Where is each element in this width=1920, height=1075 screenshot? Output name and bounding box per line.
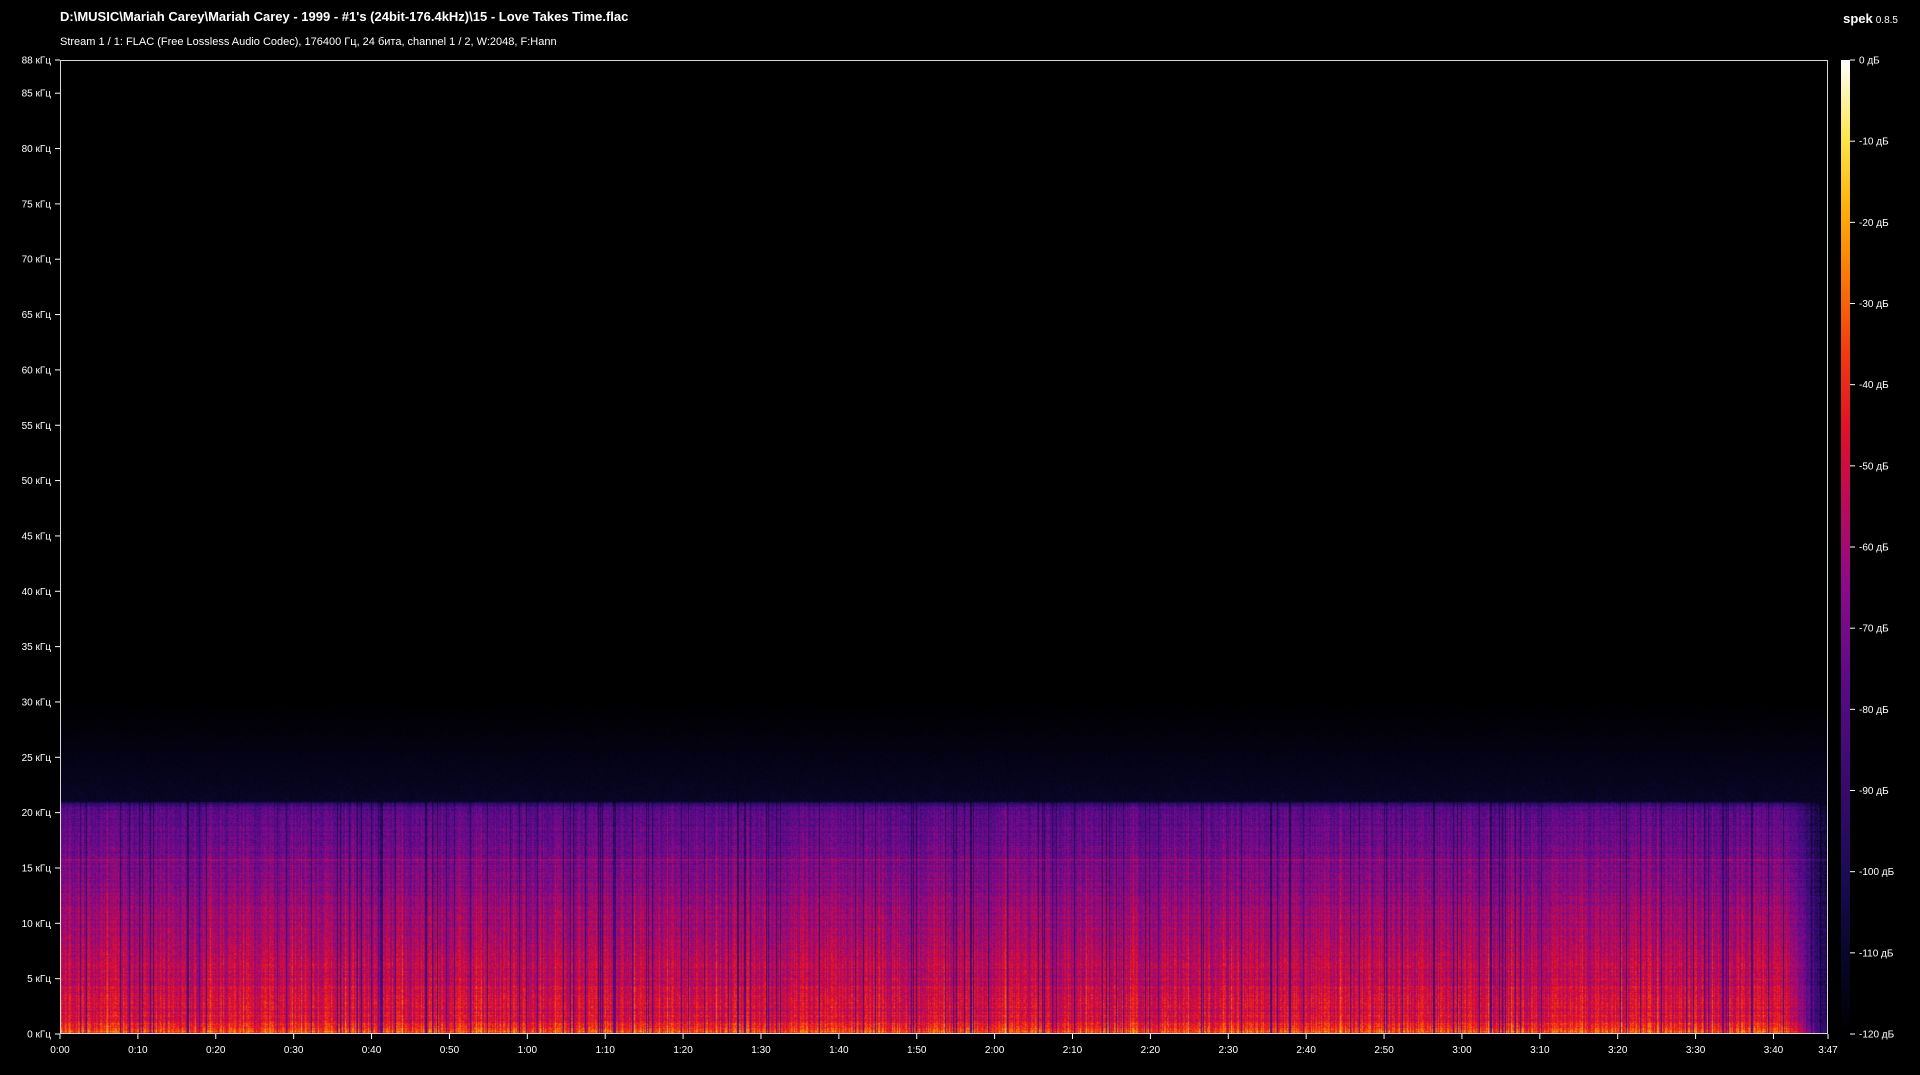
time-tick-label: 1:10 — [595, 1045, 615, 1056]
freq-tick-label: 45 кГц — [22, 531, 52, 542]
db-tick-label: -60 дБ — [1859, 543, 1889, 554]
time-tick-label: 2:30 — [1219, 1045, 1239, 1056]
time-tick-label: 3:10 — [1530, 1045, 1550, 1056]
spectrogram-image — [61, 61, 1827, 1033]
time-tick-label: 2:40 — [1296, 1045, 1316, 1056]
time-tick-label: 0:40 — [362, 1045, 382, 1056]
app-brand: spek 0.8.5 — [1843, 10, 1898, 28]
time-tick-label: 1:00 — [518, 1045, 538, 1056]
db-tick-label: -80 дБ — [1859, 705, 1889, 716]
freq-tick-label: 55 кГц — [22, 421, 52, 432]
db-tick-label: -70 дБ — [1859, 624, 1889, 635]
time-tick-label: 2:50 — [1374, 1045, 1394, 1056]
time-tick-label: 0:00 — [50, 1045, 70, 1056]
freq-tick-label: 75 кГц — [22, 199, 52, 210]
freq-tick-label: 85 кГц — [22, 89, 52, 100]
time-tick-label: 1:20 — [673, 1045, 693, 1056]
freq-tick-label: 20 кГц — [22, 808, 52, 819]
time-tick-label: 3:40 — [1764, 1045, 1784, 1056]
time-tick-label: 3:20 — [1608, 1045, 1628, 1056]
db-tick-label: -120 дБ — [1859, 1030, 1895, 1041]
db-tick-label: 0 дБ — [1859, 56, 1880, 67]
freq-tick-label: 0 кГц — [27, 1030, 51, 1041]
time-tick-label: 2:00 — [985, 1045, 1005, 1056]
freq-tick-label: 80 кГц — [22, 144, 52, 155]
db-tick-label: -50 дБ — [1859, 461, 1889, 472]
time-tick-label: 1:40 — [829, 1045, 849, 1056]
time-tick-label: 2:20 — [1141, 1045, 1161, 1056]
file-title: D:\MUSIC\Mariah Carey\Mariah Carey - 199… — [60, 9, 629, 24]
freq-tick-label: 25 кГц — [22, 753, 52, 764]
time-tick-label: 0:50 — [440, 1045, 460, 1056]
db-tick-label: -30 дБ — [1859, 299, 1889, 310]
freq-tick-label: 10 кГц — [22, 919, 52, 930]
stream-info: Stream 1 / 1: FLAC (Free Lossless Audio … — [60, 36, 557, 48]
db-tick-label: -90 дБ — [1859, 786, 1889, 797]
db-tick-label: -40 дБ — [1859, 380, 1889, 391]
freq-tick-label: 60 кГц — [22, 365, 52, 376]
app-name: spek — [1843, 11, 1873, 26]
freq-tick-label: 15 кГц — [22, 863, 52, 874]
freq-tick-label: 5 кГц — [27, 974, 51, 985]
db-tick-label: -20 дБ — [1859, 218, 1889, 229]
freq-tick-label: 88 кГц — [22, 56, 52, 67]
db-tick-label: -110 дБ — [1859, 948, 1894, 959]
time-tick-label: 0:30 — [284, 1045, 304, 1056]
spectrogram-plot[interactable] — [60, 60, 1828, 1034]
freq-tick-label: 30 кГц — [22, 697, 52, 708]
time-tick-label: 3:47 — [1818, 1045, 1838, 1056]
db-tick-label: -100 дБ — [1859, 867, 1895, 878]
freq-tick-label: 35 кГц — [22, 642, 52, 653]
time-tick-label: 2:10 — [1063, 1045, 1083, 1056]
db-color-scale — [1841, 60, 1850, 1034]
freq-tick-label: 50 кГц — [22, 476, 52, 487]
freq-tick-label: 65 кГц — [22, 310, 52, 321]
db-tick-label: -10 дБ — [1859, 137, 1889, 148]
freq-tick-label: 70 кГц — [22, 255, 52, 266]
time-tick-label: 3:30 — [1686, 1045, 1706, 1056]
time-tick-label: 1:50 — [907, 1045, 927, 1056]
time-tick-label: 0:10 — [128, 1045, 148, 1056]
time-tick-label: 0:20 — [206, 1045, 226, 1056]
freq-tick-label: 40 кГц — [22, 587, 52, 598]
time-tick-label: 3:00 — [1452, 1045, 1472, 1056]
time-tick-label: 1:30 — [751, 1045, 771, 1056]
app-version: 0.8.5 — [1875, 15, 1898, 26]
